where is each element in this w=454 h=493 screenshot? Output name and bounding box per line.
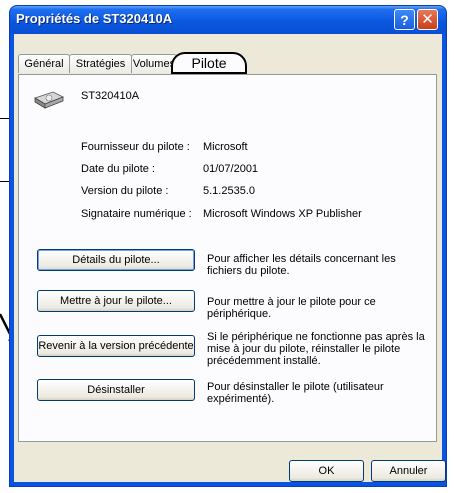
tab-general[interactable]: Général <box>18 54 70 73</box>
cancel-button[interactable]: Annuler <box>371 460 446 482</box>
tab-pilote[interactable]: Pilote <box>171 52 247 74</box>
signer-label: Signataire numérique : <box>81 208 192 220</box>
provider-value: Microsoft <box>203 141 248 153</box>
update-driver-button[interactable]: Mettre à jour le pilote... <box>37 290 195 312</box>
signer-value: Microsoft Windows XP Publisher <box>203 208 362 220</box>
tab-strip: Général Stratégies Volumes Pilote <box>18 52 438 74</box>
provider-label: Fournisseur du pilote : <box>81 141 190 153</box>
update-driver-description: Pour mettre à jour le pilote pour ce pér… <box>207 296 376 320</box>
rollback-driver-description: Si le périphérique ne fonctionne pas apr… <box>207 331 425 367</box>
properties-dialog: Propriétés de ST320410A ? ✕ Général Stra… <box>10 6 446 486</box>
window-title: Propriétés de ST320410A <box>16 11 173 26</box>
ok-button[interactable]: OK <box>289 460 364 482</box>
uninstall-driver-button[interactable]: Désinstaller <box>37 379 195 401</box>
close-icon[interactable]: ✕ <box>417 9 438 30</box>
device-name: ST320410A <box>81 90 140 102</box>
date-label: Date du pilote : <box>81 163 155 175</box>
hard-drive-icon <box>34 91 64 109</box>
help-icon[interactable]: ? <box>394 9 415 30</box>
dialog-client-area: Général Stratégies Volumes Pilote ST3204… <box>14 34 446 482</box>
driver-details-description: Pour afficher les détails concernant les… <box>207 253 396 277</box>
tab-strategies[interactable]: Stratégies <box>69 54 132 73</box>
version-value: 5.1.2535.0 <box>203 185 255 197</box>
title-bar[interactable]: Propriétés de ST320410A ? ✕ <box>10 6 446 34</box>
driver-details-button[interactable]: Détails du pilote... <box>37 249 195 271</box>
version-label: Version du pilote : <box>81 185 169 197</box>
tab-panel-pilote: ST320410A Fournisseur du pilote : Micros… <box>18 74 437 442</box>
uninstall-driver-description: Pour désinstaller le pilote (utilisateur… <box>207 381 384 405</box>
rollback-driver-button[interactable]: Revenir à la version précédente <box>37 335 195 357</box>
date-value: 01/07/2001 <box>203 163 259 175</box>
annotation-box-fragment <box>0 118 10 182</box>
